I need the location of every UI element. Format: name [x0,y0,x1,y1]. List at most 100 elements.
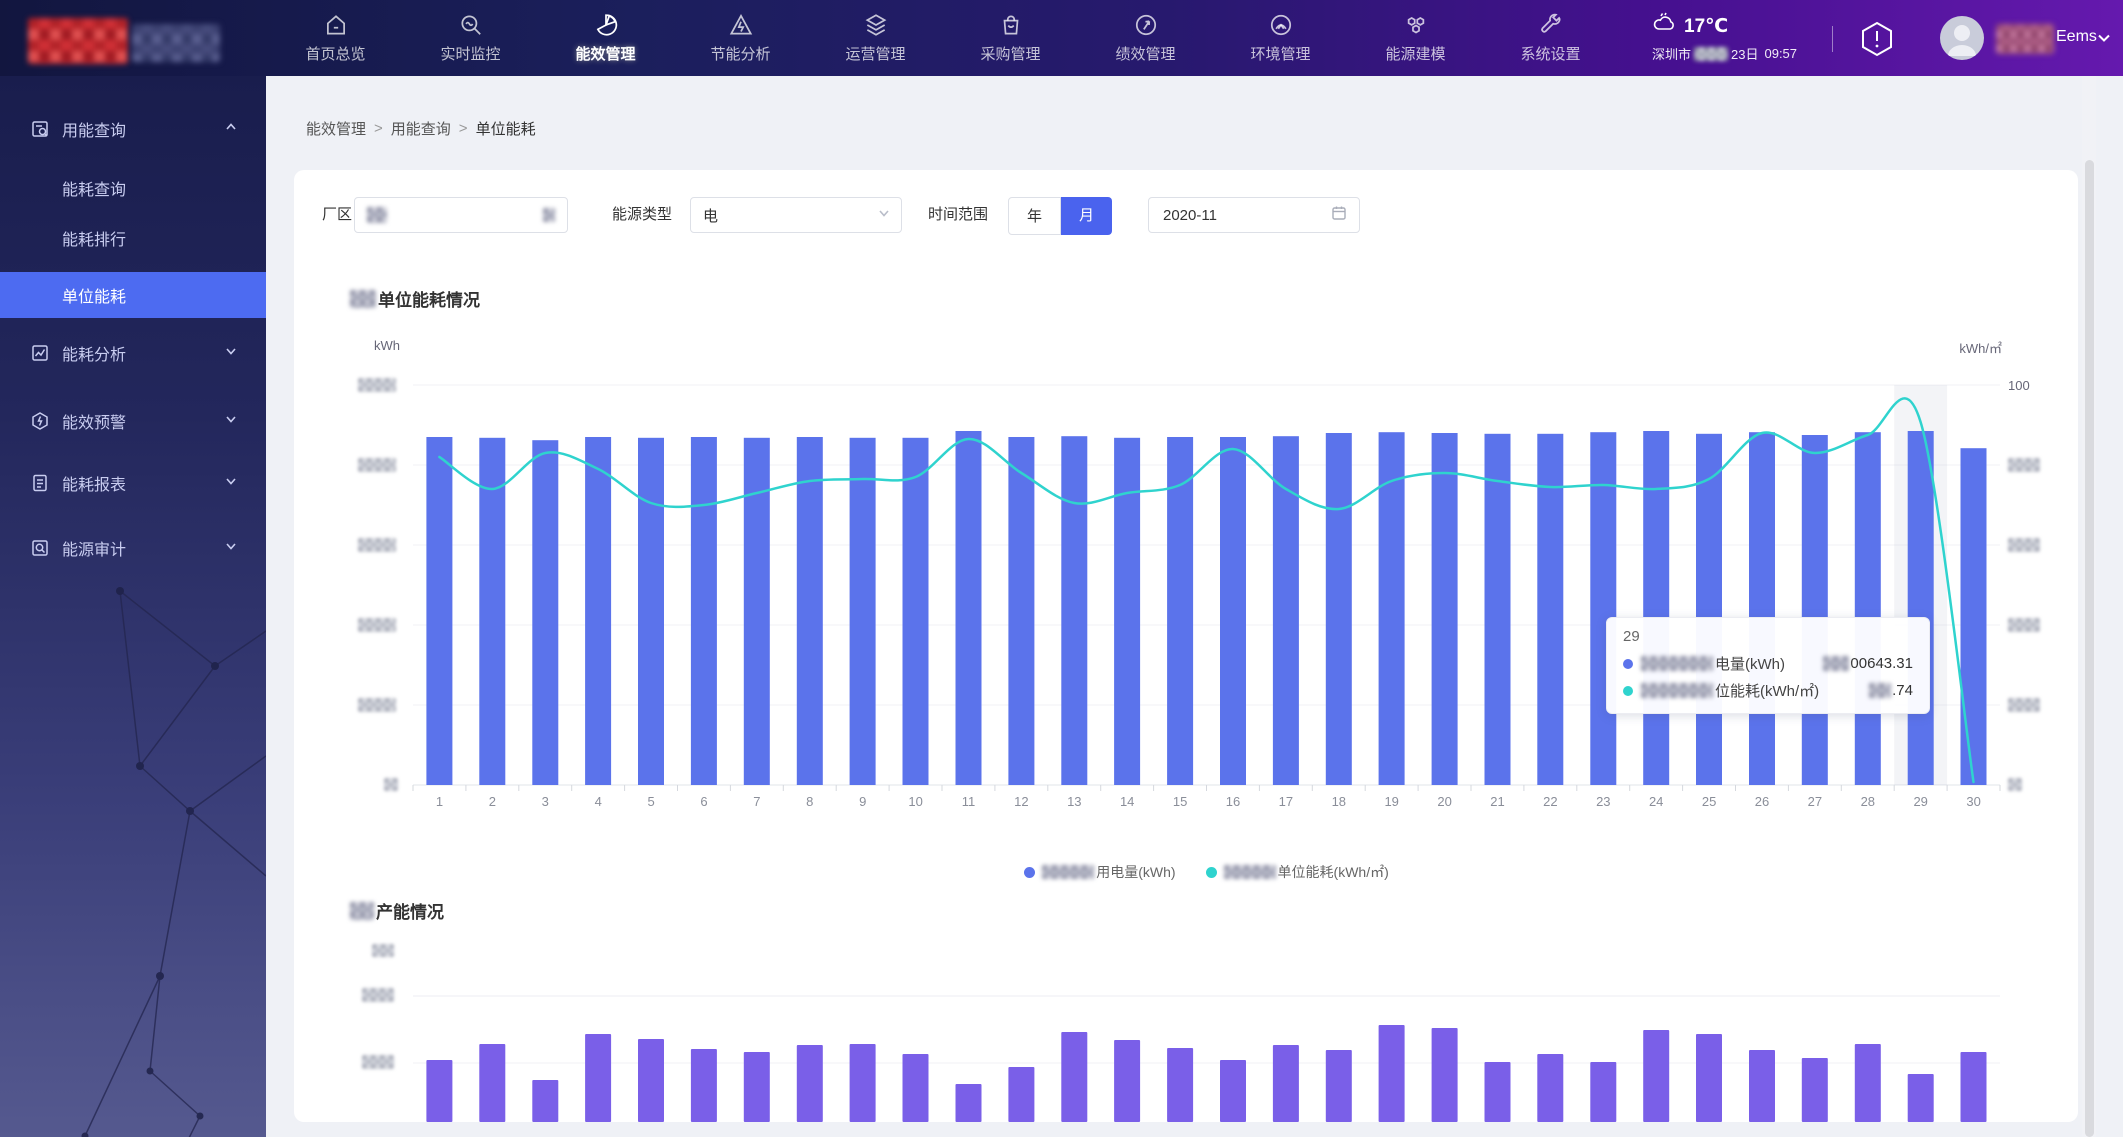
x-axis-label-8: 8 [783,794,836,809]
production-bar-day-3 [532,1080,558,1122]
scrollbar-thumb[interactable] [2085,160,2094,1137]
x-axis-label-16: 16 [1207,794,1260,809]
breadcrumb-separator: > [459,120,468,137]
plant-label: 厂区 [322,196,352,234]
chevron-down-icon [224,474,238,493]
nav-item-purchase-bag[interactable]: 采购管理 [960,0,1061,76]
chevron-down-icon [224,412,238,431]
user-name[interactable]: Eems [2056,28,2097,46]
bar-day-21 [1485,434,1511,785]
nav-item-environment[interactable]: 环境管理 [1230,0,1331,76]
tooltip-row-unit-energy: 位能耗(kWh/㎡) .74 [1623,680,1913,701]
chart1-right-tick-blur [2008,458,2040,472]
bar-day-25 [1696,434,1722,785]
efficiency-alarm-icon [30,411,50,431]
bar-day-30 [1961,448,1987,785]
sidebar-item-能耗查询[interactable]: 能耗查询 [0,165,266,211]
weather-cloud-icon [1652,12,1684,40]
unit-energy-chart[interactable] [413,385,2000,795]
user-avatar[interactable] [1940,16,1984,60]
energy-audit-icon [30,538,50,558]
environment-icon [1268,12,1294,38]
sidebar-group-用能查询[interactable]: 用能查询 [0,106,266,152]
production-bar-day-5 [638,1039,664,1122]
tooltip-label2-blur [1641,683,1713,698]
chevron-down-icon [224,539,238,558]
bar-day-3 [532,440,558,785]
user-menu-chevron-down-icon[interactable] [2096,30,2112,51]
nav-item-performance-cycle[interactable]: 绩效管理 [1095,0,1196,76]
production-bar-day-13 [1061,1032,1087,1122]
legend-prefix-blur [1224,865,1276,879]
chart2-tick-blur [362,988,394,1002]
energy-type-select[interactable]: 电 [690,197,902,233]
chart1-left-axis-unit: kWh [374,338,400,353]
time-range-toggle: 年 月 [1008,197,1112,235]
consumption-report-icon [30,473,50,493]
x-axis-label-15: 15 [1154,794,1207,809]
time-range-label: 时间范围 [928,196,988,234]
x-axis-label-19: 19 [1365,794,1418,809]
chart1-left-zero-blur [384,778,398,791]
sidebar-item-能耗排行[interactable]: 能耗排行 [0,215,266,261]
breadcrumb-separator: > [374,120,383,137]
breadcrumb-item-单位能耗[interactable]: 单位能耗 [476,118,536,139]
energy-efficiency-pie-icon [593,12,619,38]
sidebar-item-单位能耗[interactable]: 单位能耗 [0,272,266,318]
x-axis-label-26: 26 [1736,794,1789,809]
x-axis-label-18: 18 [1312,794,1365,809]
chart1-right-tick-blur [2008,698,2040,712]
bar-day-6 [691,437,717,785]
energy-saving-analysis-icon [728,12,754,38]
energy-type-value: 电 [703,205,718,226]
production-chart[interactable] [413,940,2000,1122]
legend-item-unit-energy[interactable]: 单位能耗(kWh/㎡) [1206,862,1389,882]
production-bar-day-2 [479,1044,505,1122]
nav-item-system-settings-wrench[interactable]: 系统设置 [1500,0,1601,76]
weather-temperature: 17℃ [1684,15,1728,38]
x-axis-label-14: 14 [1101,794,1154,809]
tooltip-label1-blur [1641,656,1713,671]
tooltip-row-electricity: 电量(kWh) 00643.31 [1623,653,1913,674]
production-bar-day-9 [850,1044,876,1122]
weather-time: 09:57 [1764,46,1797,61]
legend-dot [1024,867,1035,878]
sidebar-group-能耗分析[interactable]: 能耗分析 [0,330,266,376]
bar-day-13 [1061,436,1087,785]
chart2-title: 产能情况 [350,898,444,923]
nav-item-energy-saving-analysis[interactable]: 节能分析 [690,0,791,76]
company-logo [28,18,128,64]
range-year-button[interactable]: 年 [1008,197,1061,235]
tooltip-value2-blur [1869,683,1891,698]
sidebar-group-能源审计[interactable]: 能源审计 [0,525,266,571]
nav-item-realtime-monitor[interactable]: 实时监控 [420,0,521,76]
production-bar-day-15 [1167,1048,1193,1122]
weather-date-day: 23日 [1731,44,1758,63]
nav-item-energy-modeling[interactable]: 能源建模 [1365,0,1466,76]
weather-city: 深圳市 [1652,44,1691,63]
x-axis-label-23: 23 [1577,794,1630,809]
legend-item-electricity[interactable]: 用电量(kWh) [1024,862,1175,882]
breadcrumb-item-能效管理[interactable]: 能效管理 [306,118,366,139]
plant-select[interactable] [354,197,568,233]
sidebar-group-能效预警[interactable]: 能效预警 [0,398,266,444]
nav-item-energy-efficiency-pie[interactable]: 能效管理 [555,0,656,76]
production-bar-day-29 [1908,1074,1934,1122]
nav-item-home[interactable]: 首页总览 [285,0,386,76]
date-value: 2020-11 [1163,207,1217,224]
chart2-tick-blur [362,1055,394,1069]
x-axis-label-21: 21 [1471,794,1524,809]
breadcrumb-item-用能查询[interactable]: 用能查询 [391,118,451,139]
nav-item-operations-layers[interactable]: 运营管理 [825,0,926,76]
bar-day-15 [1167,437,1193,785]
chart1-left-tick-blur [358,458,396,472]
range-month-button[interactable]: 月 [1061,197,1112,235]
production-bar-day-20 [1432,1028,1458,1122]
alert-hexagon-icon[interactable] [1858,20,1896,58]
date-picker[interactable]: 2020-11 [1148,197,1360,233]
production-bar-day-22 [1537,1054,1563,1122]
sidebar-group-能耗报表[interactable]: 能耗报表 [0,460,266,506]
company-logo-text [132,24,220,62]
production-bar-day-16 [1220,1060,1246,1122]
bar-day-20 [1432,433,1458,785]
